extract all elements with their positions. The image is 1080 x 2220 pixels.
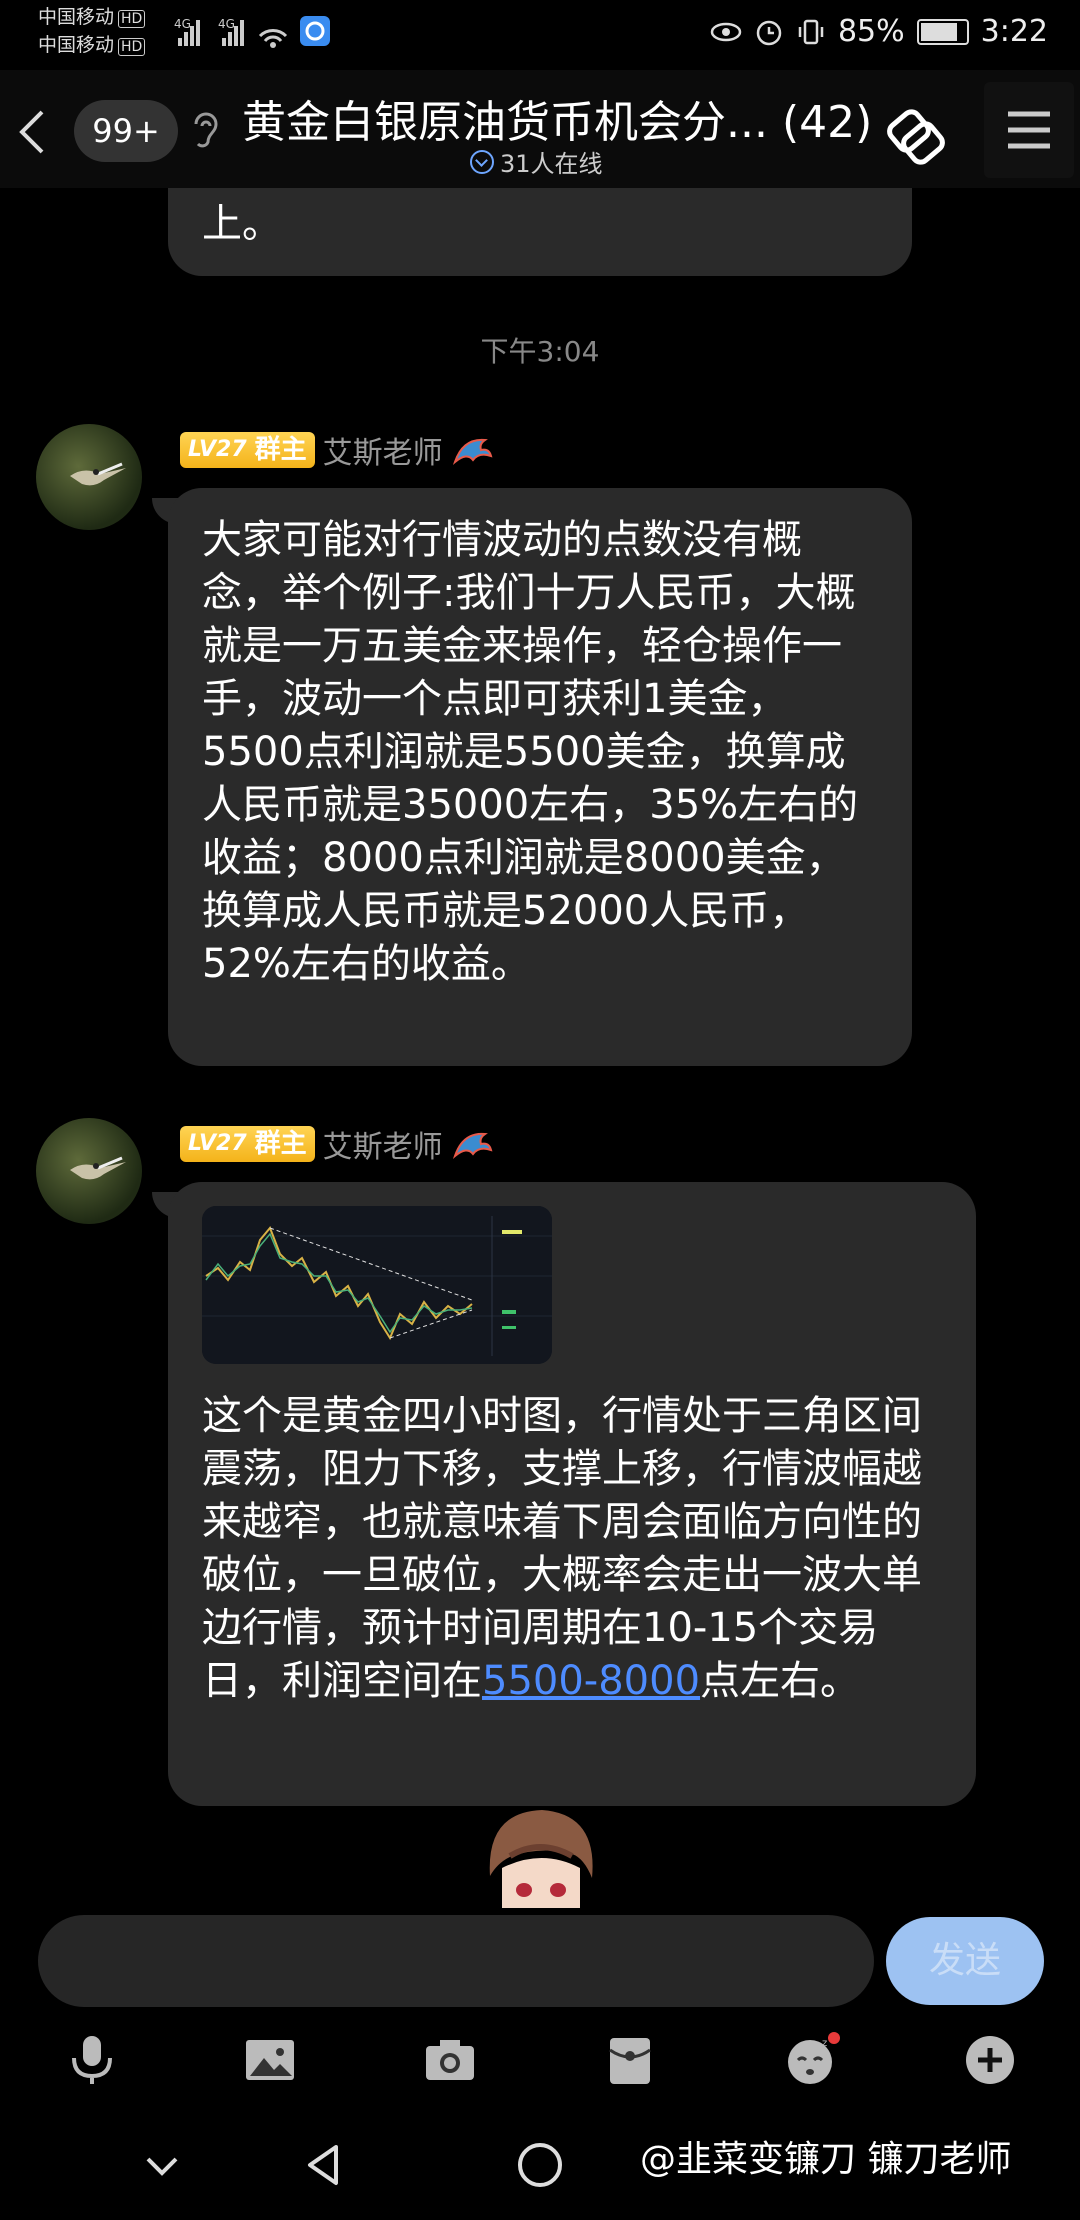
chat-header: 99+ 黄金白银原油货币机会分... (42) 31人在线: [0, 70, 1080, 188]
nav-back-icon[interactable]: [296, 2135, 356, 2195]
message-bubble[interactable]: 大家可能对行情波动的点数没有概念，举个例子:我们十万人民币，大概就是一万五美金来…: [168, 488, 912, 1066]
battery-percent: 85%: [837, 14, 905, 49]
group-title[interactable]: 黄金白银原油货币机会分... (42): [242, 86, 872, 150]
online-count: 31人在线: [500, 150, 603, 178]
previous-message-bubble: 上。: [168, 188, 912, 276]
online-status: 31人在线: [470, 144, 603, 179]
sender-name[interactable]: 艾斯老师: [323, 1122, 443, 1166]
message-text: 大家可能对行情波动的点数没有概念，举个例子:我们十万人民币，大概就是一万五美金来…: [202, 517, 859, 987]
online-check-icon: [470, 149, 494, 174]
level-badge: LV27 群主: [180, 432, 315, 468]
message-input[interactable]: [38, 1915, 874, 2007]
role-text: 群主: [254, 435, 307, 465]
anime-character-sticker: [489, 1810, 593, 1914]
dragon-badge-icon: [452, 1132, 493, 1160]
battery-icon: [916, 18, 969, 45]
avatar[interactable]: [36, 424, 142, 530]
watermark: @韭菜变镰刀 镰刀老师: [640, 2130, 1011, 2182]
nav-home-icon[interactable]: [510, 2135, 570, 2195]
red-packet-icon[interactable]: [600, 2030, 660, 2090]
camera-icon[interactable]: [420, 2030, 480, 2090]
previous-message-text: 上。: [202, 201, 282, 247]
carrier-2: 中国移动: [38, 34, 115, 56]
level-badge: LV27 群主: [180, 1126, 315, 1162]
menu-icon[interactable]: [984, 82, 1074, 178]
level-text: LV27: [188, 1131, 247, 1156]
level-text: LV27: [188, 437, 247, 462]
emoji-icon[interactable]: z: [780, 2030, 840, 2090]
mic-icon[interactable]: [62, 2030, 122, 2090]
sender-row: LV27 群主 艾斯老师: [180, 428, 493, 472]
svg-text:4G: 4G: [174, 17, 191, 31]
message-text-tail: 点左右。: [700, 1658, 861, 1704]
share-icon[interactable]: [880, 98, 950, 168]
svg-text:4G: 4G: [218, 17, 235, 31]
watermark-text: @韭菜变镰刀 镰刀老师: [640, 2139, 1012, 2180]
chart-image[interactable]: [202, 1206, 552, 1364]
vibrate-icon: [798, 19, 824, 44]
eye-icon: [710, 22, 742, 41]
plus-icon[interactable]: [960, 2030, 1020, 2090]
message-timestamp: 下午3:04: [480, 335, 600, 368]
avatar[interactable]: [36, 1118, 142, 1224]
carrier-info: 中国移动 HD 中国移动 HD: [38, 4, 146, 60]
hd-badge: HD: [118, 10, 146, 28]
svg-text:z: z: [822, 2038, 827, 2049]
send-button[interactable]: 发送: [886, 1917, 1044, 2005]
back-chevron-icon[interactable]: [10, 104, 56, 160]
unread-badge[interactable]: 99+: [74, 100, 178, 162]
alarm-icon: [756, 20, 782, 45]
dragon-badge-icon: [452, 438, 493, 466]
message-bubble[interactable]: 这个是黄金四小时图，行情处于三角区间震荡，阻力下移，支撑上移，行情波幅越来越窄，…: [168, 1182, 976, 1806]
message-text-block: 这个是黄金四小时图，行情处于三角区间震荡，阻力下移，支撑上移，行情波幅越来越窄，…: [202, 1390, 942, 1708]
clock: 3:22: [980, 14, 1048, 49]
hd-badge: HD: [118, 38, 146, 56]
nav-collapse-icon[interactable]: [132, 2135, 192, 2195]
sender-name[interactable]: 艾斯老师: [323, 428, 443, 472]
signal-icon: 4G 4G: [174, 16, 330, 48]
candlestick-chart-thumbnail: [202, 1206, 552, 1364]
ear-icon[interactable]: [188, 108, 222, 152]
image-icon[interactable]: [240, 2030, 300, 2090]
carrier-1: 中国移动: [38, 6, 115, 28]
status-right: 85% 3:22: [710, 14, 1048, 49]
status-bar: 中国移动 HD 中国移动 HD 4G 4G 85% 3:22: [0, 0, 1080, 70]
sender-row: LV27 群主 艾斯老师: [180, 1122, 493, 1166]
number-link[interactable]: 5500-8000: [482, 1658, 700, 1704]
role-text: 群主: [254, 1129, 307, 1159]
